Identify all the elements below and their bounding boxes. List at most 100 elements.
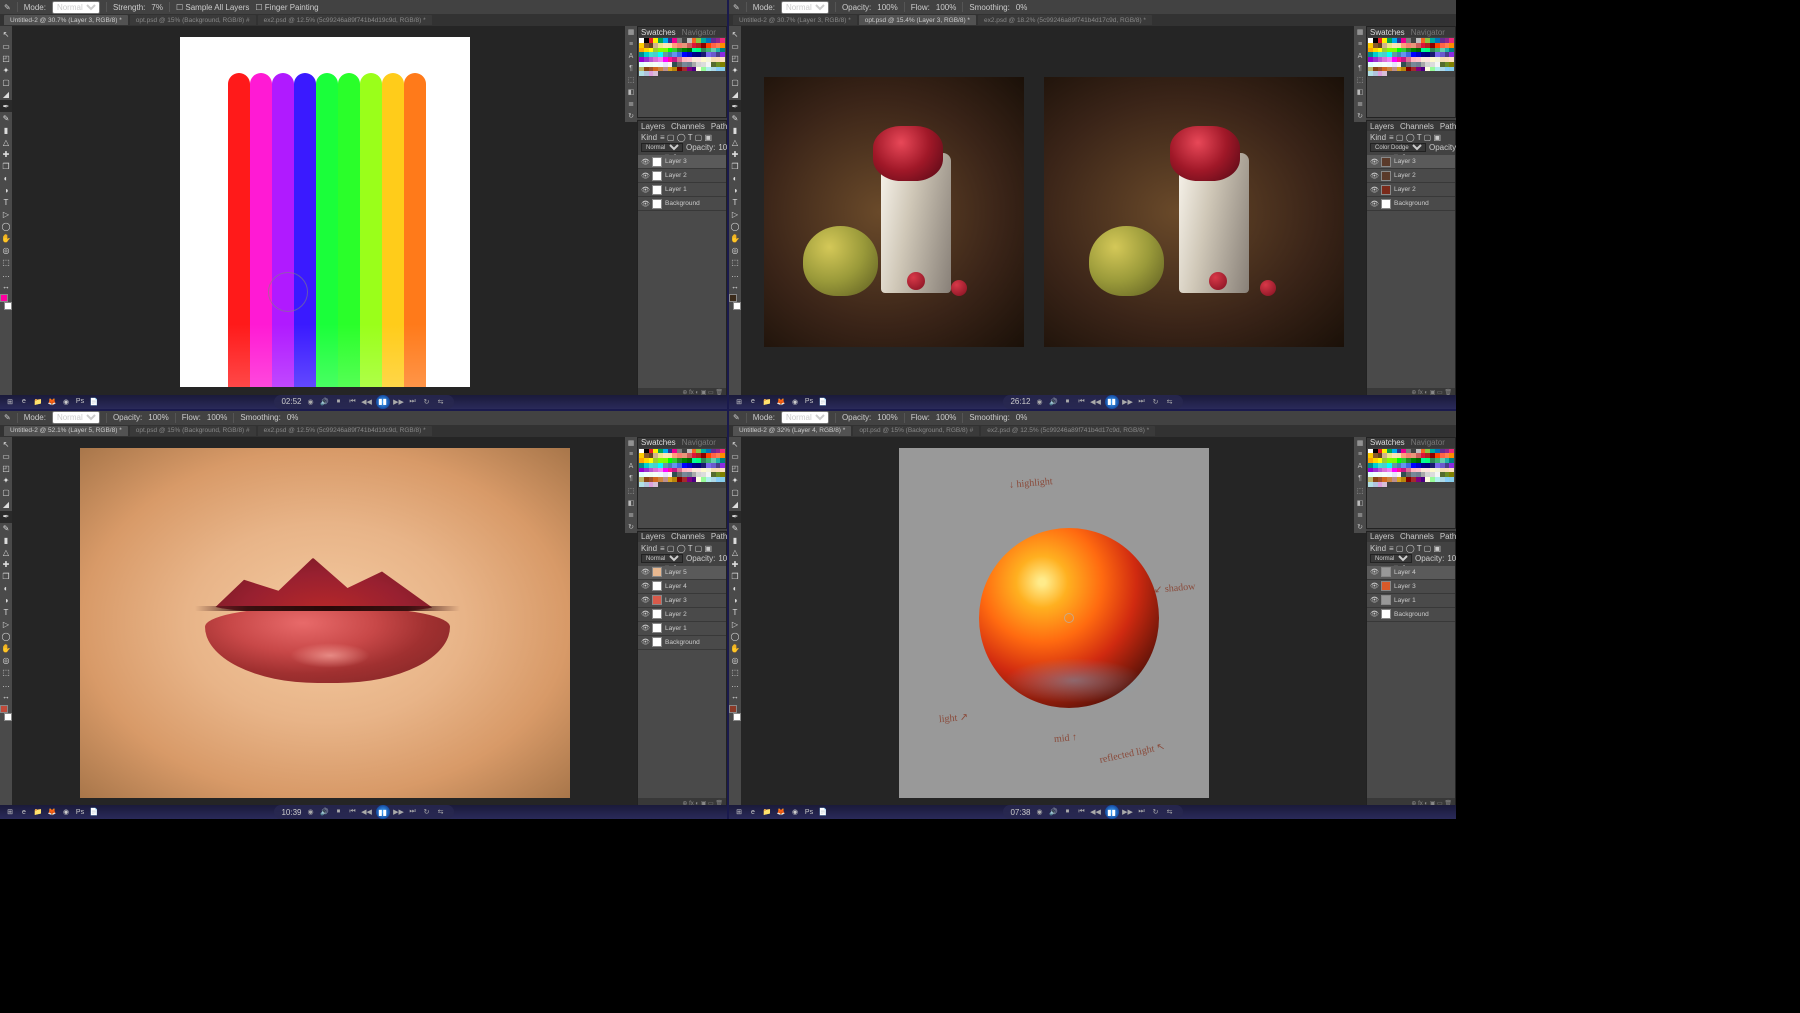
mode-select[interactable]: Normal: [52, 411, 100, 424]
swatches-grid[interactable]: [1367, 448, 1455, 488]
canvas-viewport[interactable]: [741, 26, 1366, 399]
tool[interactable]: …: [0, 679, 12, 691]
visibility-icon[interactable]: 👁: [1370, 568, 1378, 576]
swatch[interactable]: [1382, 482, 1387, 487]
panel-icon[interactable]: A: [625, 461, 637, 473]
panel-icon[interactable]: ≣: [625, 509, 637, 521]
visibility-icon[interactable]: 👁: [1370, 200, 1378, 208]
media-button[interactable]: ↻: [422, 807, 432, 817]
tool[interactable]: ◰: [0, 52, 12, 64]
taskbar-icon[interactable]: 🦊: [46, 396, 58, 408]
tool[interactable]: ▢: [729, 487, 741, 499]
swatches-grid[interactable]: [638, 37, 726, 77]
media-player-controls[interactable]: 07:38 ◉🔊⏹⏮◀◀▮▮▶▶⏭↻⇆: [1002, 805, 1182, 819]
media-button[interactable]: ◀◀: [1091, 397, 1101, 407]
panel-icon[interactable]: ≡: [1354, 449, 1366, 461]
tool[interactable]: ✋: [0, 643, 12, 655]
tool[interactable]: …: [729, 679, 741, 691]
media-button[interactable]: ▶▶: [394, 397, 404, 407]
panel-icon[interactable]: ⬚: [625, 74, 637, 86]
layer-thumbnail[interactable]: [652, 595, 662, 605]
tool[interactable]: ◐: [0, 172, 12, 184]
tool[interactable]: ◢: [729, 499, 741, 511]
color-picker[interactable]: [0, 705, 12, 721]
swatches-tabs[interactable]: SwatchesNavigator: [638, 438, 726, 448]
taskbar-icon[interactable]: ⊞: [4, 396, 16, 408]
panel-icon[interactable]: ▦: [625, 437, 637, 449]
layer-thumbnail[interactable]: [1381, 199, 1391, 209]
document-tab[interactable]: ex2.psd @ 12.5% (5c99246a89f741b4d19c9d,…: [258, 426, 432, 436]
taskbar-icon[interactable]: 🦊: [775, 806, 787, 818]
tool[interactable]: ✒: [729, 100, 741, 112]
media-button[interactable]: 🔊: [320, 807, 330, 817]
layer-thumbnail[interactable]: [1381, 595, 1391, 605]
layers-tabs[interactable]: LayersChannelsPaths: [1367, 121, 1455, 131]
media-button[interactable]: ⏹: [334, 397, 344, 407]
panel-icon[interactable]: A: [1354, 50, 1366, 62]
panel-icon[interactable]: ¶: [625, 62, 637, 74]
taskbar-icon[interactable]: Ps: [74, 396, 86, 408]
tool[interactable]: ✚: [729, 559, 741, 571]
windows-taskbar[interactable]: ⊞e📁🦊◉Ps📄 10:39 ◉🔊⏹⏮◀◀▮▮▶▶⏭↻⇆: [0, 805, 727, 819]
tool[interactable]: ✎: [0, 112, 12, 124]
layer-row[interactable]: 👁 Layer 2: [1367, 183, 1455, 197]
tool[interactable]: ◎: [729, 655, 741, 667]
layer-thumbnail[interactable]: [1381, 185, 1391, 195]
panel-icon[interactable]: ≣: [625, 98, 637, 110]
tool[interactable]: ◎: [0, 244, 12, 256]
canvas-viewport[interactable]: [12, 26, 637, 399]
layer-thumbnail[interactable]: [1381, 609, 1391, 619]
visibility-icon[interactable]: 👁: [1370, 172, 1378, 180]
media-button[interactable]: ↻: [422, 397, 432, 407]
media-button[interactable]: ⏹: [1063, 807, 1073, 817]
layer-thumbnail[interactable]: [652, 609, 662, 619]
swatch[interactable]: [1449, 477, 1454, 482]
tool[interactable]: ▭: [0, 451, 12, 463]
color-picker[interactable]: [729, 294, 741, 310]
tool[interactable]: ▮: [729, 124, 741, 136]
swatch[interactable]: [653, 482, 658, 487]
tool[interactable]: ◯: [729, 631, 741, 643]
document-tabs[interactable]: Untitled-2 @ 30.7% (Layer 3, RGB/8) *opt…: [729, 14, 1456, 26]
panel-icon[interactable]: ¶: [625, 473, 637, 485]
tool[interactable]: ▭: [729, 451, 741, 463]
document-tab[interactable]: ex2.psd @ 12.5% (5c99246a89f741b4d19c9d,…: [258, 15, 432, 25]
taskbar-icon[interactable]: ⊞: [733, 806, 745, 818]
tool[interactable]: ▮: [0, 124, 12, 136]
taskbar-icon[interactable]: Ps: [803, 396, 815, 408]
layer-thumbnail[interactable]: [652, 623, 662, 633]
media-button[interactable]: 🔊: [320, 397, 330, 407]
visibility-icon[interactable]: 👁: [1370, 596, 1378, 604]
tool[interactable]: ✋: [729, 232, 741, 244]
tool[interactable]: ↔: [729, 280, 741, 292]
tool[interactable]: ↖: [729, 439, 741, 451]
media-button[interactable]: ↻: [1151, 807, 1161, 817]
taskbar-icon[interactable]: e: [747, 396, 759, 408]
panel-icon[interactable]: ◧: [1354, 497, 1366, 509]
mode-select[interactable]: Normal: [52, 1, 100, 14]
panel-icon[interactable]: ≣: [1354, 509, 1366, 521]
taskbar-icon[interactable]: e: [18, 396, 30, 408]
tool[interactable]: △: [0, 547, 12, 559]
panel-icon[interactable]: ⬚: [1354, 74, 1366, 86]
taskbar-icon[interactable]: ◉: [60, 396, 72, 408]
media-button[interactable]: ⇆: [436, 397, 446, 407]
layer-thumbnail[interactable]: [1381, 157, 1391, 167]
taskbar-icon[interactable]: ◉: [789, 806, 801, 818]
mode-select[interactable]: Normal: [781, 411, 829, 424]
tool[interactable]: T: [0, 196, 12, 208]
layer-thumbnail[interactable]: [652, 199, 662, 209]
tool[interactable]: ✚: [729, 148, 741, 160]
tool[interactable]: ⬚: [0, 256, 12, 268]
tool[interactable]: ◢: [0, 88, 12, 100]
visibility-icon[interactable]: 👁: [641, 200, 649, 208]
layer-options[interactable]: Kind ≡ ▢ ◯ T ▢ ▣ Normal Opacity: 100% Lo…: [638, 542, 726, 566]
canvas-viewport[interactable]: [12, 437, 637, 810]
canvas-artwork[interactable]: [1044, 77, 1344, 347]
document-tabs[interactable]: Untitled-2 @ 32% (Layer 4, RGB/8) *opt.p…: [729, 425, 1456, 437]
layer-options[interactable]: Kind ≡ ▢ ◯ T ▢ ▣ Color Dodge Opacity: 10…: [1367, 131, 1455, 155]
tool[interactable]: ❒: [729, 571, 741, 583]
tool[interactable]: ↖: [729, 28, 741, 40]
panel-icon[interactable]: ◧: [625, 497, 637, 509]
panel-icon[interactable]: ◧: [625, 86, 637, 98]
